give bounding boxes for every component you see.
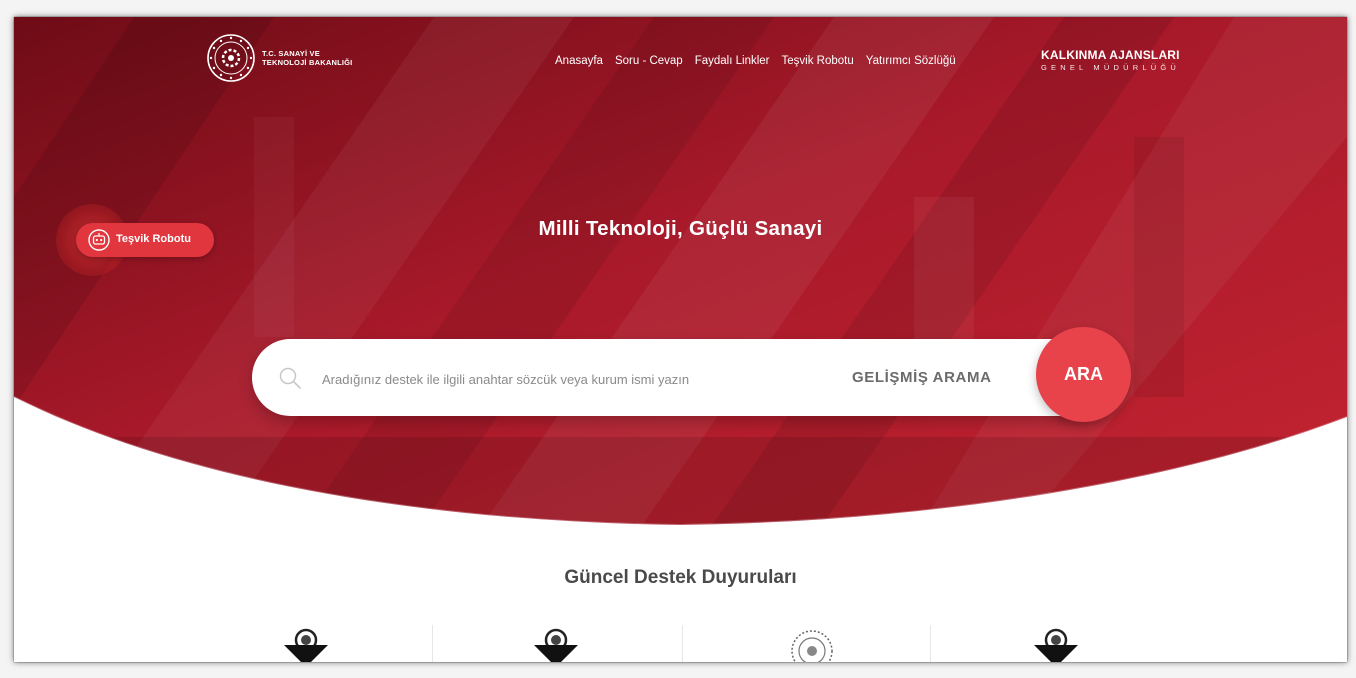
- ministry-logo-text: T.C. SANAYİ VE TEKNOLOJİ BAKANLIĞI: [262, 49, 352, 67]
- ministry-seal-icon: [791, 630, 833, 662]
- card-divider: [682, 625, 683, 662]
- card-divider: [432, 625, 433, 662]
- search-bar: GELİŞMİŞ ARAMA: [252, 339, 1112, 416]
- agency-brand-title: KALKINMA AJANSLARI: [1041, 48, 1180, 62]
- ministry-logo[interactable]: T.C. SANAYİ VE TEKNOLOJİ BAKANLIĞI: [206, 33, 352, 83]
- agency-brand-subtitle: GENEL MÜDÜRLÜĞÜ: [1041, 63, 1180, 72]
- agency-logo-icon: [284, 628, 328, 662]
- announcement-card[interactable]: [684, 619, 932, 662]
- nav-yatirimci-sozlugu[interactable]: Yatırımcı Sözlüğü: [866, 55, 956, 67]
- logo-line-1: T.C. SANAYİ VE: [262, 49, 320, 58]
- announcement-card[interactable]: [182, 619, 430, 662]
- announcement-cards: [182, 619, 1182, 662]
- nav-tesvik-robotu[interactable]: Teşvik Robotu: [782, 55, 854, 67]
- nav-soru-cevap[interactable]: Soru - Cevap: [615, 55, 683, 67]
- advanced-search-button[interactable]: GELİŞMİŞ ARAMA: [852, 369, 992, 386]
- ministry-seal-icon: [207, 34, 255, 82]
- nav-anasayfa[interactable]: Anasayfa: [555, 55, 603, 67]
- announcements-title: Güncel Destek Duyuruları: [564, 567, 797, 588]
- main-nav: Anasayfa Soru - Cevap Faydalı Linkler Te…: [555, 55, 968, 67]
- search-submit-button[interactable]: ARA: [1036, 327, 1131, 422]
- hero-background: [14, 17, 1347, 527]
- announcement-card[interactable]: [434, 619, 682, 662]
- agency-brand[interactable]: KALKINMA AJANSLARI GENEL MÜDÜRLÜĞÜ: [1041, 48, 1180, 72]
- nav-faydali-linkler[interactable]: Faydalı Linkler: [695, 55, 770, 67]
- search-input[interactable]: [320, 367, 804, 391]
- hero-headline: Milli Teknoloji, Güçlü Sanayi: [538, 217, 823, 240]
- announcement-card[interactable]: [932, 619, 1180, 662]
- search-icon: [279, 367, 301, 389]
- agency-logo-icon: [1034, 628, 1078, 662]
- logo-line-2: TEKNOLOJİ BAKANLIĞI: [262, 58, 353, 67]
- hero-banner: T.C. SANAYİ VE TEKNOLOJİ BAKANLIĞI Anasa…: [14, 17, 1347, 537]
- agency-logo-icon: [534, 628, 578, 662]
- browser-viewport: T.C. SANAYİ VE TEKNOLOJİ BAKANLIĞI Anasa…: [14, 17, 1347, 662]
- card-divider: [930, 625, 931, 662]
